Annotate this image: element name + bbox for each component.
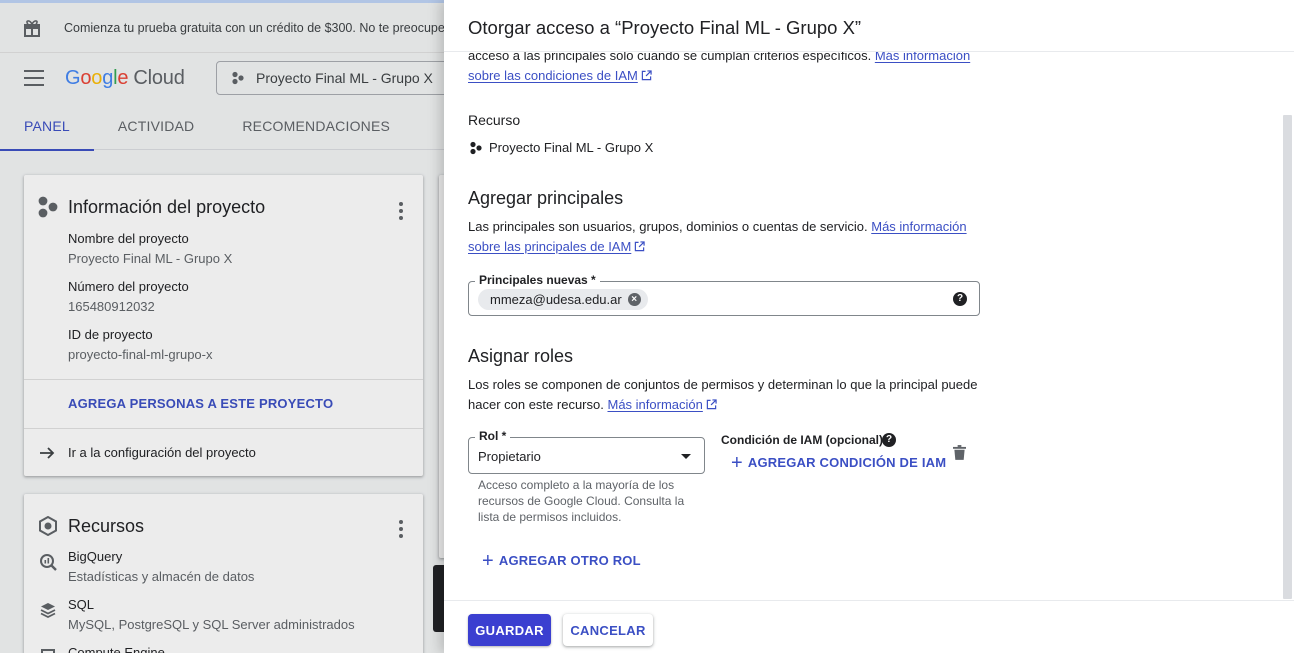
project-hexagons-icon	[232, 71, 244, 85]
compute-engine-icon	[41, 649, 55, 653]
external-link-icon	[641, 70, 652, 81]
arrow-right-icon	[40, 447, 55, 459]
more-options-icon[interactable]	[399, 520, 403, 538]
delete-icon[interactable]	[953, 445, 966, 460]
chip-remove-icon[interactable]: ×	[627, 293, 641, 306]
new-principals-label: Principales nuevas *	[475, 273, 600, 287]
sql-stack-icon	[40, 603, 56, 619]
role-select[interactable]: Rol * Propietario	[468, 429, 705, 474]
cancel-button[interactable]: CANCELAR	[563, 614, 653, 646]
save-button[interactable]: GUARDAR	[468, 614, 551, 646]
project-name-value: Proyecto Final ML - Grupo X	[68, 251, 233, 266]
project-name-label: Nombre del proyecto	[68, 231, 189, 246]
role-value: Propietario	[478, 449, 541, 464]
iam-conditions-link-1[interactable]: Más información	[875, 52, 970, 63]
divider	[24, 428, 423, 429]
resources-title: Recursos	[68, 516, 145, 536]
resources-card: Recursos BigQuery Estadísticas y almacén…	[24, 494, 423, 653]
divider	[444, 600, 1294, 601]
google-cloud-logo[interactable]: Google Cloud	[65, 67, 185, 90]
project-picker[interactable]: Proyecto Final ML - Grupo X	[216, 61, 456, 95]
grant-access-panel: Otorgar acceso a “Proyecto Final ML - Gr…	[444, 0, 1294, 653]
principals-link-1[interactable]: Más información	[871, 219, 966, 234]
resource-desc: MySQL, PostgreSQL y SQL Server administr…	[68, 617, 355, 632]
assign-roles-heading: Asignar roles	[468, 346, 574, 366]
tab-panel[interactable]: PANEL	[0, 102, 94, 151]
project-picker-label: Proyecto Final ML - Grupo X	[256, 70, 433, 86]
gift-icon	[24, 19, 40, 37]
iam-conditions-link-2[interactable]: sobre las condiciones de IAM	[468, 68, 638, 83]
tab-actividad[interactable]: ACTIVIDAD	[94, 102, 218, 150]
resource-name[interactable]: BigQuery	[68, 549, 122, 564]
plus-icon: +	[482, 549, 494, 572]
project-number-label: Número del proyecto	[68, 279, 189, 294]
free-trial-text: Comienza tu prueba gratuita con un crédi…	[64, 20, 444, 35]
resource-name: Proyecto Final ML - Grupo X	[489, 140, 654, 155]
project-hexagons-icon	[470, 141, 482, 155]
bigquery-icon	[40, 554, 57, 571]
principals-description: Las principales son usuarios, grupos, do…	[468, 219, 967, 254]
iam-conditions-intro: acceso a las principales solo cuando se …	[468, 52, 988, 86]
add-people-button[interactable]: AGREGA PERSONAS A ESTE PROYECTO	[68, 396, 333, 411]
project-id-label: ID de proyecto	[68, 327, 153, 342]
console-header: Google Cloud Proyecto Final ML - Grupo X	[0, 54, 456, 102]
resource-desc: Estadísticas y almacén de datos	[68, 569, 255, 584]
principal-chip[interactable]: mmeza@udesa.edu.ar ×	[478, 289, 648, 310]
resource-heading: Recurso	[468, 112, 521, 128]
add-principals-heading: Agregar principales	[468, 188, 624, 208]
roles-info-link[interactable]: Más información	[607, 397, 702, 412]
project-info-title: Información del proyecto	[68, 197, 266, 217]
project-hexagons-icon	[38, 196, 58, 218]
resource-name[interactable]: Compute Engine	[68, 645, 165, 653]
dashboard-tabs: PANEL ACTIVIDAD RECOMENDACIONES	[0, 102, 444, 151]
scrollbar[interactable]	[1283, 115, 1292, 599]
role-label: Rol *	[475, 429, 511, 443]
more-options-icon[interactable]	[399, 202, 403, 220]
project-id-value: proyecto-final-ml-grupo-x	[68, 347, 213, 362]
iam-condition-label: Condición de IAM (opcional)	[721, 433, 883, 447]
dropdown-caret-icon	[681, 454, 691, 459]
external-link-icon	[635, 241, 645, 252]
principals-link-2[interactable]: sobre las principales de IAM	[468, 239, 631, 254]
add-iam-condition-button[interactable]: + AGREGAR CONDICIÓN DE IAM	[731, 451, 946, 474]
panel-scroll-area[interactable]: acceso a las principales solo cuando se …	[444, 52, 1294, 600]
role-description: Acceso completo a la mayoría de los recu…	[478, 478, 685, 524]
roles-description: Los roles se componen de conjuntos de pe…	[468, 377, 978, 412]
resources-hexagon-icon	[39, 516, 57, 536]
help-icon[interactable]: ?	[882, 433, 896, 447]
principal-chip-label: mmeza@udesa.edu.ar	[490, 292, 622, 307]
resource-name[interactable]: SQL	[68, 597, 94, 612]
plus-icon: +	[731, 451, 743, 474]
divider	[24, 379, 423, 380]
project-settings-link[interactable]: Ir a la configuración del proyecto	[68, 445, 256, 460]
help-icon[interactable]: ?	[953, 292, 967, 306]
tab-recomendaciones[interactable]: RECOMENDACIONES	[218, 102, 414, 150]
project-info-card: Información del proyecto Nombre del proy…	[24, 175, 423, 476]
panel-title: Otorgar acceso a “Proyecto Final ML - Gr…	[468, 17, 862, 38]
external-link-icon	[706, 399, 717, 410]
main-menu-icon[interactable]	[24, 70, 44, 86]
free-trial-banner: Comienza tu prueba gratuita con un crédi…	[0, 3, 444, 53]
new-principals-field[interactable]: Principales nuevas * mmeza@udesa.edu.ar …	[468, 273, 980, 316]
add-another-role-button[interactable]: + AGREGAR OTRO ROL	[482, 549, 641, 572]
project-number-value: 165480912032	[68, 299, 155, 314]
